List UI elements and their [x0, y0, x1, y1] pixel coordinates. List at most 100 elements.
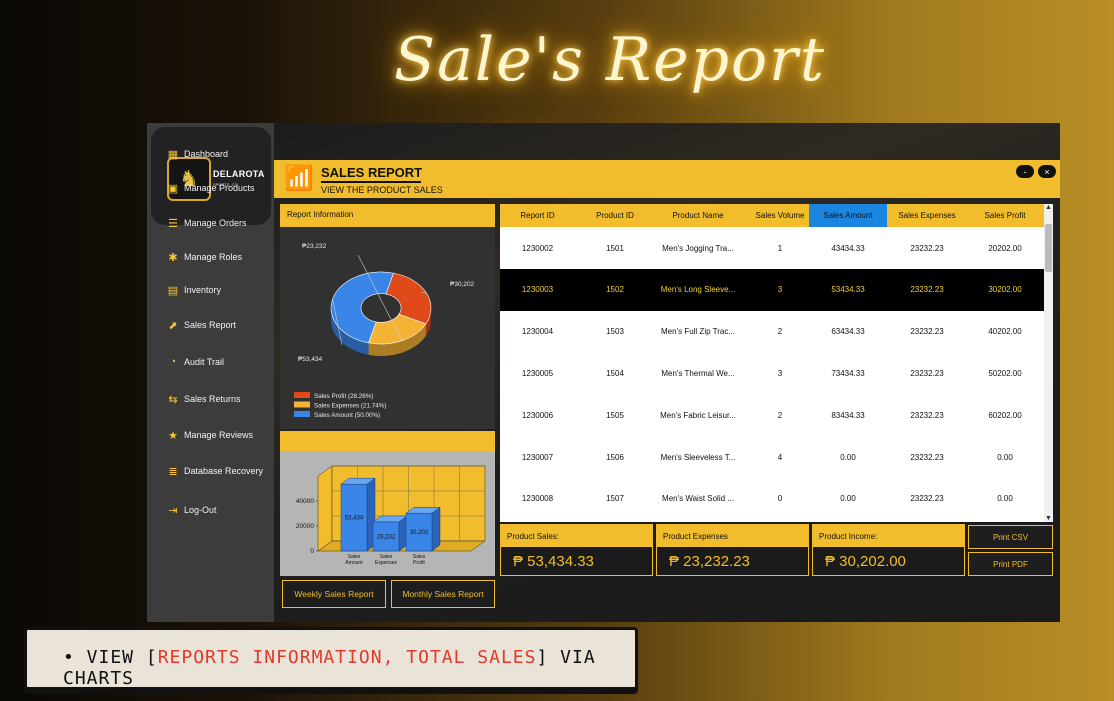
- table-cell: 1230005: [521, 368, 554, 378]
- table-cell: Men's Jogging Tra...: [662, 243, 734, 253]
- table-cell: 23232.23: [910, 452, 944, 462]
- table-cell: 23232.23: [910, 410, 944, 420]
- pie-data-label: ₱53,434: [298, 356, 323, 363]
- column-header[interactable]: Product Name: [655, 204, 741, 227]
- sidebar-item-audit-trail[interactable]: ◔ Audit Trail: [167, 351, 272, 373]
- product-expenses-label: Product Expenses: [657, 525, 808, 547]
- box-icon: ▣: [167, 182, 179, 195]
- column-header[interactable]: Sales Amount: [809, 204, 887, 227]
- returns-icon: ⇆: [168, 393, 178, 406]
- bar-chart-icon: 📶: [284, 165, 314, 192]
- bar-data-label: 53,434: [345, 516, 364, 522]
- table-cell: 40202.00: [988, 327, 1022, 337]
- pie-data-label: ₱30,202: [450, 281, 475, 288]
- table-cell: Men's Waist Solid ...: [662, 494, 734, 504]
- bar-chart: 0200004000053,434SalesAmount23,232SalesE…: [296, 465, 486, 566]
- table-row[interactable]: 1230007 1506 Men's Sleeveless T... 4 0.00 232…: [500, 436, 1044, 478]
- y-tick-label: 40000: [296, 498, 314, 505]
- sidebar-item-sales-report[interactable]: ⬈ Sales Report: [167, 314, 272, 336]
- scroll-thumb[interactable]: [1045, 224, 1052, 272]
- sidebar: ♞ DELAROTA SPORTS. CO ▦ Dashboard ▣ Manage …: [147, 123, 274, 622]
- table-row[interactable]: 1230002 1501 Men's Jogging Tra... 1 43434.33…: [500, 227, 1044, 269]
- column-header[interactable]: Sales Expenses: [887, 204, 967, 227]
- main-panel: 📶 SALES REPORT VIEW THE PRODUCT SALES - …: [274, 123, 1060, 622]
- sidebar-item-label: Sales Returns: [184, 394, 241, 404]
- scroll-up-icon[interactable]: ▲: [1044, 204, 1053, 211]
- table-row[interactable]: 1230005 1504 Men's Thermal We... 3 73434.33 2…: [500, 352, 1044, 394]
- table-cell: 23232.23: [910, 285, 944, 295]
- sidebar-item-label: Database Recovery: [184, 466, 264, 476]
- table-cell: 23232.23: [910, 243, 944, 253]
- table-row[interactable]: 1230004 1503 Men's Full Zip Trac... 2 63434.…: [500, 311, 1044, 353]
- table-cell: 0.00: [840, 494, 856, 504]
- sidebar-item-database-recovery[interactable]: ≣ Database Recovery: [167, 460, 272, 482]
- product-sales-value: ₱ 53,434.33: [513, 553, 594, 570]
- y-tick-label: 0: [310, 548, 314, 555]
- table-row[interactable]: 1230006 1505 Men's Fabric Leisur... 2 83434.…: [500, 394, 1044, 436]
- print-csv-button[interactable]: Print CSV: [968, 525, 1053, 549]
- table-cell: 1502: [606, 285, 624, 295]
- minimize-button[interactable]: -: [1016, 165, 1034, 178]
- product-expenses-value: ₱ 23,232.23: [669, 553, 750, 570]
- table-cell: 0.00: [840, 452, 856, 462]
- table-cell: 53434.33: [831, 285, 865, 295]
- table-scrollbar[interactable]: ▲ ▼: [1044, 204, 1053, 522]
- scroll-down-icon[interactable]: ▼: [1044, 515, 1053, 522]
- table-cell: 0.00: [997, 494, 1013, 504]
- product-expenses-card: Product Expenses ₱ 23,232.23: [656, 524, 809, 576]
- column-header[interactable]: Sales Volume: [741, 204, 819, 227]
- table-cell: Men's Fabric Leisur...: [660, 410, 736, 420]
- column-header[interactable]: Report ID: [500, 204, 575, 227]
- bar-chart-panel: 0 20000 40000 53,434 Sales Amount 23,232 Sales E…: [280, 451, 495, 576]
- table-cell: 0.00: [997, 452, 1013, 462]
- chart-side-wall: [317, 465, 333, 552]
- table-cell: 1506: [606, 452, 624, 462]
- table-row[interactable]: 1230003 1502 Men's Long Sleeve... 3 53434.33…: [500, 268, 1044, 311]
- bullet-text: • VIEW [REPORTS INFORMATION, TOTAL SALES…: [63, 647, 635, 689]
- sidebar-item-inventory[interactable]: ▤ Inventory: [167, 279, 272, 301]
- bar-data-label: 23,232: [377, 534, 396, 540]
- sidebar-item-manage-roles[interactable]: ✱ Manage Roles: [167, 246, 272, 268]
- sidebar-item-label: Sales Report: [184, 320, 237, 330]
- table-cell: 63434.33: [831, 327, 865, 337]
- bar-chart-header: [280, 431, 495, 451]
- page-subtitle: VIEW THE PRODUCT SALES: [321, 185, 443, 195]
- legend-swatch: [294, 401, 310, 408]
- close-button[interactable]: ×: [1038, 165, 1056, 178]
- logout-icon: ⇥: [168, 504, 178, 517]
- sidebar-item-label: Manage Roles: [184, 252, 243, 262]
- legend-entry: Sales Profit (28.26%): [314, 393, 374, 400]
- sales-table: Report ID Product ID Product Name Sales Vol…: [500, 204, 1053, 522]
- sidebar-item-log-out[interactable]: ⇥ Log-Out: [167, 499, 272, 521]
- print-pdf-button[interactable]: Print PDF: [968, 552, 1053, 576]
- monthly-report-button[interactable]: Monthly Sales Report: [391, 580, 495, 608]
- table-cell: 1230003: [521, 285, 554, 295]
- legend-swatch: [294, 392, 310, 398]
- sidebar-item-manage-reviews[interactable]: ★ Manage Reviews: [167, 424, 272, 446]
- banner-title: Sale's Report Module: [394, 25, 826, 195]
- column-header[interactable]: Product ID: [575, 204, 655, 227]
- table-cell: Men's Full Zip Trac...: [661, 327, 735, 337]
- orders-icon: ☰: [168, 217, 178, 230]
- table-row[interactable]: 1230008 1507 Men's Waist Solid ... 0 0.00 232…: [500, 478, 1044, 520]
- report-info-title: Report Information: [280, 204, 495, 227]
- sidebar-item-manage-orders[interactable]: ☰ Manage Orders: [167, 212, 272, 234]
- feature-bullet: • VIEW [REPORTS INFORMATION, TOTAL SALES…: [24, 627, 638, 690]
- table-cell: 1230004: [521, 327, 554, 337]
- table-cell: 1507: [606, 494, 624, 504]
- sidebar-item-manage-products[interactable]: ▣ Manage Products: [167, 177, 272, 199]
- sidebar-item-sales-returns[interactable]: ⇆ Sales Returns: [167, 388, 272, 410]
- column-header[interactable]: Sales Profit: [966, 204, 1044, 227]
- table-cell: 43434.33: [831, 243, 865, 253]
- sidebar-item-dashboard[interactable]: ▦ Dashboard: [167, 143, 272, 165]
- page-title: SALES REPORT: [321, 165, 423, 180]
- table-cell: 50202.00: [988, 368, 1022, 378]
- x-tick-label: Expenses: [375, 560, 397, 566]
- table-cell: Men's Sleeveless T...: [660, 452, 736, 462]
- table-cell: 60202.00: [988, 410, 1022, 420]
- sidebar-item-label: Audit Trail: [184, 357, 225, 367]
- weekly-report-button[interactable]: Weekly Sales Report: [282, 580, 386, 608]
- bar-side: [431, 506, 441, 552]
- table-cell: 3: [777, 285, 783, 295]
- x-tick-label: Profit: [413, 560, 425, 566]
